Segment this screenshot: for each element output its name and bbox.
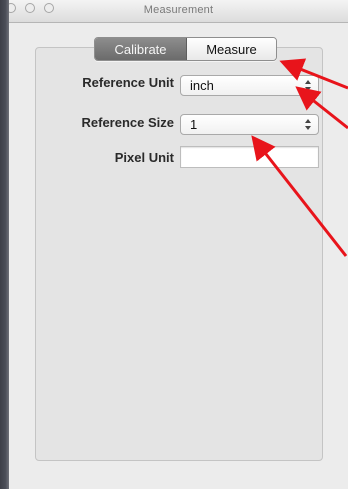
title-bar[interactable]: Measurement — [9, 0, 348, 23]
settings-panel — [35, 47, 323, 461]
desktop-background — [0, 0, 9, 489]
popup-arrows-icon — [305, 119, 311, 130]
pixel-unit-label: Pixel Unit — [114, 150, 174, 165]
popup-arrows-icon — [305, 80, 311, 91]
reference-size-value: 1 — [190, 117, 198, 132]
calibrate-tab[interactable]: Calibrate — [95, 38, 187, 60]
measurement-window: Measurement Calibrate Measure Reference … — [9, 0, 348, 489]
mode-segmented-control[interactable]: Calibrate Measure — [94, 37, 277, 61]
window-title: Measurement — [143, 4, 214, 16]
reference-unit-label: Reference Unit — [82, 75, 174, 90]
reference-unit-value: inch — [190, 78, 214, 93]
pixel-unit-field[interactable] — [180, 146, 319, 168]
measure-tab[interactable]: Measure — [187, 38, 276, 60]
screenshot: Measurement Calibrate Measure Reference … — [0, 0, 348, 489]
reference-unit-popup[interactable]: inch — [180, 75, 319, 96]
reference-size-popup[interactable]: 1 — [180, 114, 319, 135]
reference-size-label: Reference Size — [81, 115, 175, 130]
